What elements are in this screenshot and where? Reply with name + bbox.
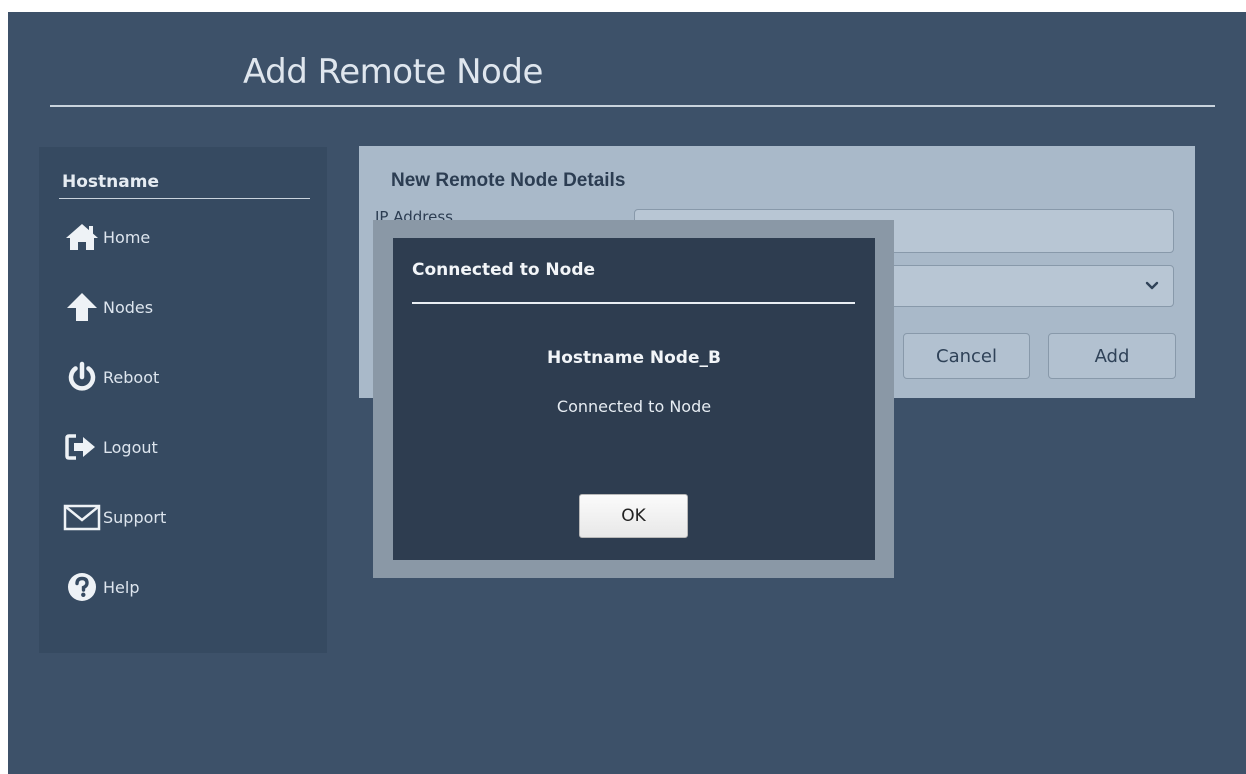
ok-button[interactable]: OK: [579, 494, 688, 538]
sidebar-header: Hostname: [62, 172, 159, 192]
sidebar-item-logout[interactable]: Logout: [63, 429, 158, 465]
sidebar-item-label: Help: [103, 577, 140, 597]
cancel-button[interactable]: Cancel: [903, 333, 1030, 379]
power-icon: [63, 359, 101, 395]
sidebar-item-label: Reboot: [103, 367, 160, 387]
logout-icon: [63, 429, 101, 465]
modal-overlay-frame: Connected to Node Hostname Node_B Connec…: [373, 220, 894, 578]
sidebar-item-help[interactable]: Help: [63, 569, 139, 605]
details-title: New Remote Node Details: [391, 170, 626, 191]
page-title: Add Remote Node: [243, 52, 543, 92]
sidebar-item-nodes[interactable]: Nodes: [63, 289, 153, 325]
sidebar-divider: [59, 198, 310, 199]
sidebar: Hostname Home Nodes Reboot Logout Suppor…: [39, 147, 327, 653]
sidebar-item-label: Home: [103, 227, 151, 247]
dialog-title: Connected to Node: [412, 260, 596, 280]
envelope-icon: [63, 499, 101, 535]
app-window: Add Remote Node Hostname Home Nodes Rebo…: [8, 12, 1246, 774]
home-icon: [63, 219, 101, 255]
question-circle-icon: [63, 569, 101, 605]
arrow-up-icon: [63, 289, 101, 325]
sidebar-item-label: Nodes: [103, 297, 154, 317]
add-button[interactable]: Add: [1048, 333, 1176, 379]
sidebar-item-reboot[interactable]: Reboot: [63, 359, 159, 395]
sidebar-item-label: Support: [103, 507, 167, 527]
sidebar-item-home[interactable]: Home: [63, 219, 150, 255]
title-divider: [50, 105, 1215, 107]
connected-dialog: Connected to Node Hostname Node_B Connec…: [393, 238, 875, 560]
sidebar-item-support[interactable]: Support: [63, 499, 166, 535]
chevron-down-icon: [1145, 281, 1159, 290]
dialog-message: Connected to Node: [556, 397, 712, 416]
dialog-hostname: Hostname Node_B: [547, 348, 721, 368]
sidebar-item-label: Logout: [103, 437, 158, 457]
dialog-divider: [412, 302, 855, 304]
